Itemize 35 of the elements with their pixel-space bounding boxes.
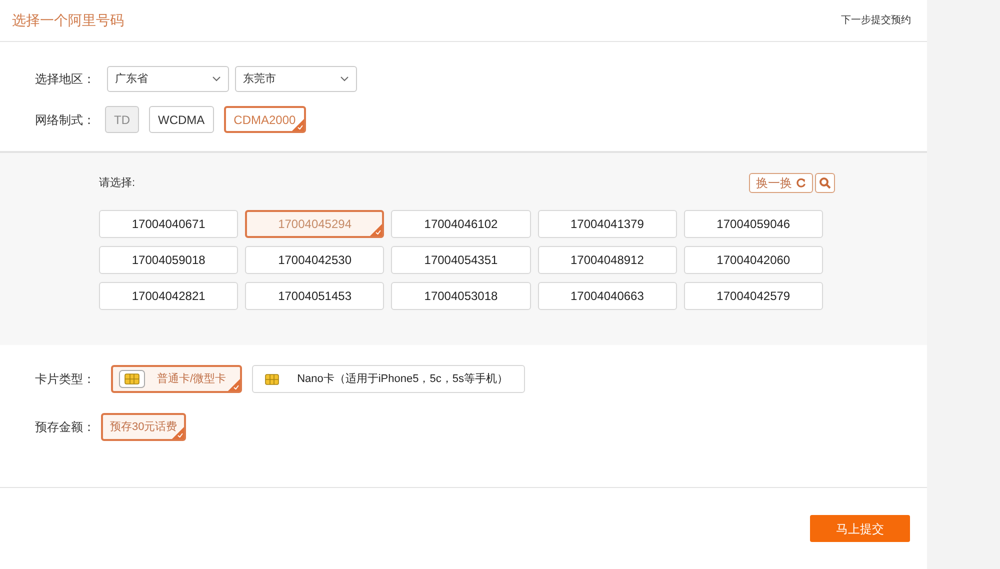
network-option[interactable]: WCDMA bbox=[149, 106, 214, 133]
number-option[interactable]: 17004042821 bbox=[99, 282, 238, 310]
choose-label: 请选择: bbox=[99, 176, 136, 191]
number-option[interactable]: 17004059018 bbox=[99, 246, 238, 274]
number-option[interactable]: 17004041379 bbox=[538, 210, 677, 238]
refresh-icon bbox=[796, 178, 806, 188]
refresh-button[interactable]: 换一换 bbox=[749, 173, 813, 193]
number-option[interactable]: 17004059046 bbox=[684, 210, 823, 238]
number-option[interactable]: 17004042060 bbox=[684, 246, 823, 274]
number-option[interactable]: 17004053018 bbox=[391, 282, 531, 310]
number-option[interactable]: 17004042530 bbox=[245, 246, 384, 274]
corner-check-icon bbox=[370, 224, 382, 236]
number-option[interactable]: 17004040671 bbox=[99, 210, 238, 238]
number-option[interactable]: 17004046102 bbox=[391, 210, 531, 238]
region-label: 选择地区： bbox=[35, 71, 96, 88]
step-link[interactable]: 下一步提交预约 bbox=[841, 13, 915, 28]
card-type-option[interactable]: Nano卡（适用于iPhone5，5c，5s等手机） bbox=[252, 365, 525, 393]
search-icon bbox=[819, 177, 831, 189]
number-option[interactable]: 17004051453 bbox=[245, 282, 384, 310]
chevron-down-icon bbox=[212, 76, 221, 82]
deposit-label: 预存金额： bbox=[35, 419, 95, 436]
sim-card-icon bbox=[119, 370, 145, 388]
network-label: 网络制式： bbox=[35, 112, 95, 128]
number-option[interactable]: 17004048912 bbox=[538, 246, 677, 274]
card-type-label: 卡片类型： bbox=[35, 371, 96, 388]
region-select[interactable]: 东莞市 bbox=[235, 66, 357, 92]
sim-chip-icon bbox=[265, 374, 280, 384]
region-select[interactable]: 广东省 bbox=[107, 66, 229, 92]
number-option[interactable]: 17004040663 bbox=[538, 282, 677, 310]
number-option[interactable]: 17004054351 bbox=[391, 246, 531, 274]
search-button[interactable] bbox=[815, 173, 835, 193]
number-option[interactable]: 17004042579 bbox=[684, 282, 823, 310]
page-title: 选择一个阿里号码 bbox=[12, 11, 124, 30]
corner-check-icon bbox=[228, 379, 240, 391]
chevron-down-icon bbox=[340, 76, 349, 82]
